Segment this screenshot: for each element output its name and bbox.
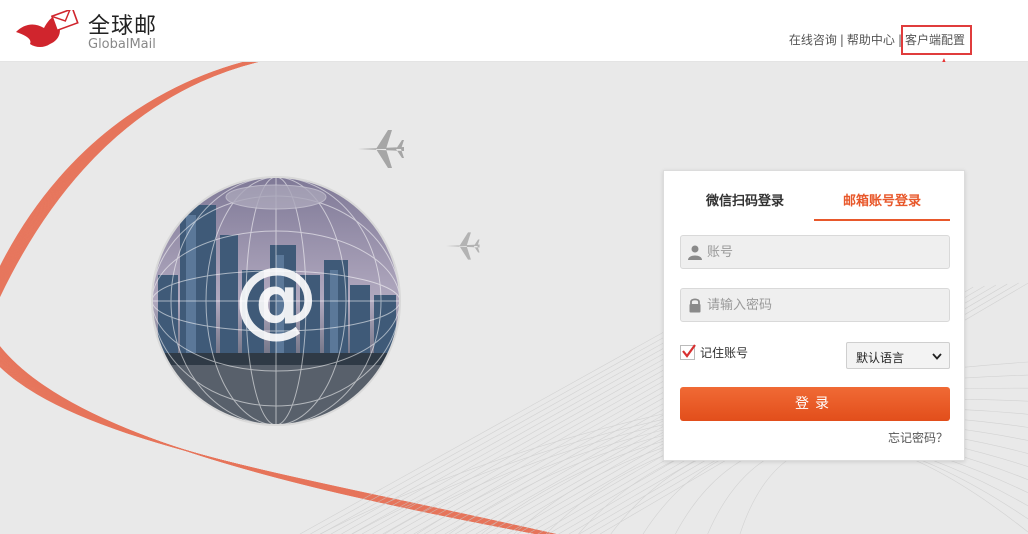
login-button[interactable]: 登录 (680, 387, 950, 421)
logo-title: 全球邮 (88, 14, 158, 39)
login-panel: 微信扫码登录 邮箱账号登录 记住账号 (663, 170, 965, 461)
nav-help-center[interactable]: 帮助中心 (847, 31, 895, 48)
password-field[interactable] (680, 288, 950, 322)
user-icon (688, 245, 702, 260)
hero-banner: @ 微信扫码登录 邮箱账号登录 账号 记住账号 默认语言 登录 忘记密码？ (0, 62, 1028, 534)
chevron-down-icon (932, 353, 942, 360)
remember-label: 记住账号 (700, 346, 749, 360)
logo-subtitle: GlobalMail (88, 37, 156, 52)
tab-wechat-login[interactable]: 微信扫码登录 (680, 191, 810, 221)
check-icon (682, 344, 696, 358)
login-tabs: 微信扫码登录 邮箱账号登录 (680, 191, 950, 221)
logo-bird-icon[interactable] (14, 10, 80, 50)
highlight-annotation-box (901, 25, 972, 55)
plane-icon (358, 130, 404, 168)
nav-separator: | (839, 32, 844, 47)
remember-account[interactable]: 记住账号 (680, 344, 748, 361)
language-selected: 默认语言 (856, 351, 905, 365)
tab-email-login[interactable]: 邮箱账号登录 (814, 191, 950, 221)
username-input[interactable] (707, 236, 943, 268)
plane-icon (446, 232, 480, 260)
globe-illustration: @ (151, 176, 401, 426)
forgot-password-link[interactable]: 忘记密码？ (888, 429, 948, 446)
password-input[interactable] (707, 289, 943, 321)
nav-online-consult[interactable]: 在线咨询 (789, 31, 837, 48)
lock-icon (689, 298, 701, 313)
remember-checkbox[interactable] (680, 344, 696, 360)
globe-at-symbol: @ (234, 249, 318, 347)
username-field[interactable] (680, 235, 950, 269)
language-select[interactable]: 默认语言 (846, 342, 950, 369)
page-header: 全球邮 GlobalMail 在线咨询 | 帮助中心 | 客户端配置 (0, 0, 1028, 62)
